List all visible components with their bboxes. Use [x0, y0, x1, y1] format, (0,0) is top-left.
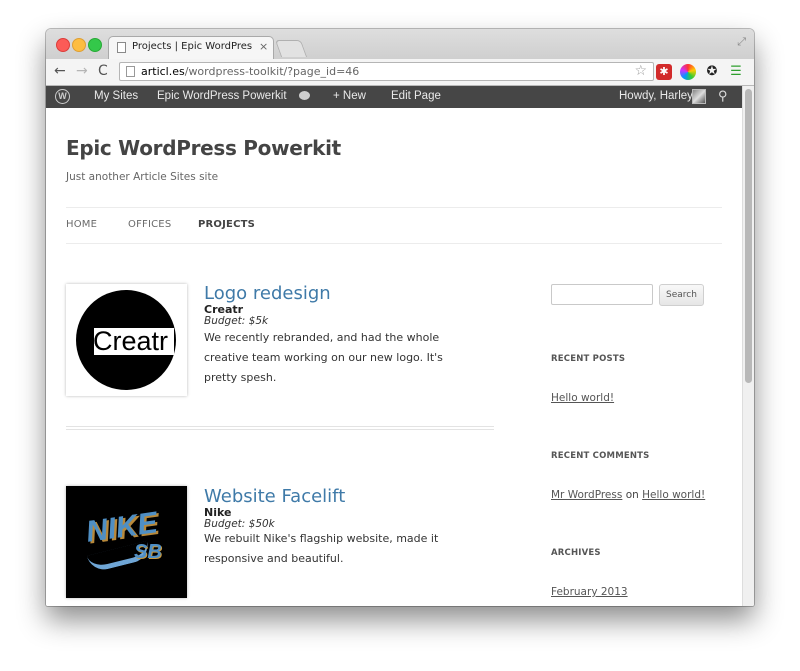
recent-posts-heading: RECENT POSTS [551, 354, 626, 364]
tab-title: Projects | Epic WordPress Powerkit [132, 41, 252, 52]
bookmark-star-icon[interactable]: ☆ [634, 63, 647, 79]
reload-icon[interactable]: C [98, 63, 108, 79]
site-title[interactable]: Epic WordPress Powerkit [66, 136, 341, 160]
fullscreen-icon[interactable]: ⤢ [737, 35, 746, 49]
vertical-scrollbar[interactable] [742, 86, 754, 606]
wp-admin-bar: W My Sites Epic WordPress Powerkit + New… [46, 86, 742, 108]
page-icon [117, 42, 126, 53]
url-host: articl.es [141, 65, 185, 78]
comment-post-link[interactable]: Hello world! [642, 489, 705, 501]
search-input[interactable] [551, 284, 653, 305]
close-window-button[interactable] [56, 38, 70, 52]
color-picker-extension-icon[interactable] [680, 64, 696, 80]
project-excerpt: We rebuilt Nike's flagship website, made… [204, 532, 439, 565]
page-viewport: W My Sites Epic WordPress Powerkit + New… [46, 86, 754, 606]
comment-on-text: on [625, 489, 639, 501]
admin-new[interactable]: + New [333, 90, 366, 102]
admin-my-sites[interactable]: My Sites [94, 90, 138, 102]
search-button[interactable]: Search [659, 284, 704, 306]
url-text[interactable]: articl.es/wordpress-toolkit/?page_id=46 [141, 65, 359, 78]
avatar[interactable] [692, 89, 706, 104]
comment-author-link[interactable]: Mr WordPress [551, 489, 622, 501]
admin-site-name[interactable]: Epic WordPress Powerkit [157, 90, 287, 102]
project-excerpt: We recently rebranded, and had the whole… [204, 331, 443, 384]
creatr-logo-thumbnail[interactable]: Creatr [66, 284, 187, 396]
recent-post-link[interactable]: Hello world! [551, 392, 614, 404]
scrollbar-thumb[interactable] [745, 89, 752, 383]
archives-heading: ARCHIVES [551, 548, 601, 558]
lastpass-extension-icon[interactable]: ✱ [656, 64, 672, 80]
post-divider [66, 426, 494, 430]
nike-sb-text: SB [134, 541, 162, 563]
maximize-window-button[interactable] [88, 38, 102, 52]
site-tagline: Just another Article Sites site [66, 171, 219, 183]
address-bar[interactable]: articl.es/wordpress-toolkit/?page_id=46 … [119, 62, 654, 81]
nav-divider [66, 207, 722, 208]
comment-bubble-icon[interactable] [299, 91, 310, 100]
project-title[interactable]: Website Facelift [204, 486, 345, 507]
tab-strip: Projects | Epic WordPress Powerkit × ⤢ [46, 29, 754, 59]
creatr-logo-text: Creatr [93, 326, 169, 356]
sync-extension-icon[interactable]: ✪ [704, 64, 720, 80]
nav-offices[interactable]: OFFICES [128, 219, 171, 230]
browser-toolbar: ← → C articl.es/wordpress-toolkit/?page_… [46, 59, 754, 86]
project-title[interactable]: Logo redesign [204, 283, 331, 304]
url-path: /wordpress-toolkit/?page_id=46 [184, 65, 360, 78]
project-budget: Budget: $5k [204, 315, 269, 327]
browser-window: Projects | Epic WordPress Powerkit × ⤢ ←… [46, 29, 754, 606]
nav-projects[interactable]: PROJECTS [198, 219, 255, 230]
minimize-window-button[interactable] [72, 38, 86, 52]
new-tab-button[interactable] [274, 40, 308, 57]
nav-divider [66, 243, 722, 244]
page-icon [126, 66, 135, 77]
tab-close-icon[interactable]: × [259, 40, 268, 53]
recent-comment: Mr WordPress on Hello world! [551, 489, 705, 501]
recent-comments-heading: RECENT COMMENTS [551, 451, 650, 461]
nav-home[interactable]: HOME [66, 219, 97, 230]
back-arrow-icon[interactable]: ← [54, 63, 66, 79]
admin-howdy[interactable]: Howdy, Harley [619, 90, 693, 102]
wordpress-logo-icon[interactable]: W [55, 89, 70, 104]
nike-logo-thumbnail[interactable]: NIKE SB [66, 486, 187, 598]
archive-month-link[interactable]: February 2013 [551, 586, 628, 598]
admin-edit-page[interactable]: Edit Page [391, 90, 441, 102]
site-content: Epic WordPress Powerkit Just another Art… [46, 108, 742, 606]
search-icon[interactable]: ⚲ [718, 88, 728, 104]
forward-arrow-icon[interactable]: → [76, 63, 88, 79]
tab-projects[interactable]: Projects | Epic WordPress Powerkit × [108, 36, 274, 59]
menu-extension-icon[interactable]: ☰ [728, 64, 744, 80]
